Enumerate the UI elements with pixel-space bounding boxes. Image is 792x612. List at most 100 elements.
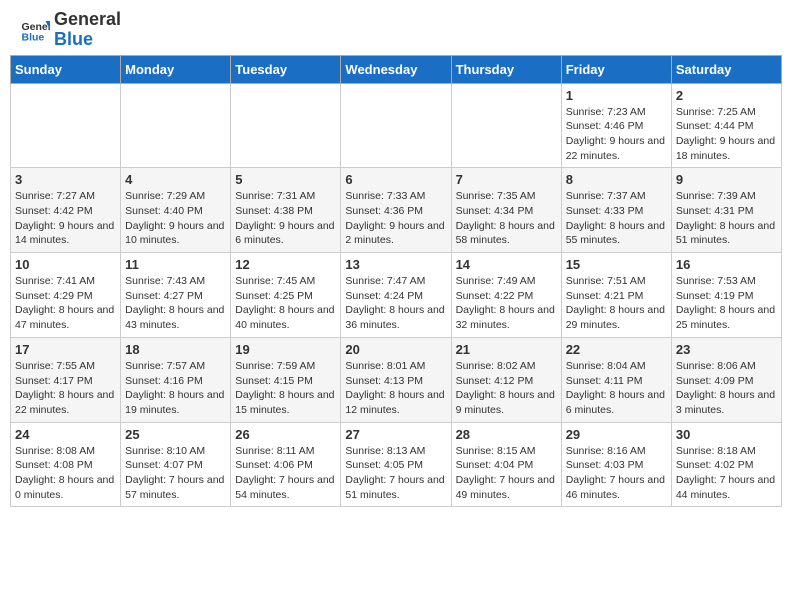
day-info: Sunrise: 7:45 AMSunset: 4:25 PMDaylight:… [235,274,336,333]
calendar-cell: 17 Sunrise: 7:55 AMSunset: 4:17 PMDayligh… [11,337,121,422]
day-number: 10 [15,257,116,272]
day-number: 4 [125,172,226,187]
day-info: Sunrise: 8:16 AMSunset: 4:03 PMDaylight:… [566,444,667,503]
day-info: Sunrise: 8:06 AMSunset: 4:09 PMDaylight:… [676,359,777,418]
calendar-cell: 16Sunrise: 7:53 AMSunset: 4:19 PMDayligh… [671,253,781,338]
calendar-cell: 14Sunrise: 7:49 AMSunset: 4:22 PMDayligh… [451,253,561,338]
day-info: Sunrise: 7:55 AMSunset: 4:17 PMDaylight:… [15,359,116,418]
calendar-cell: 9 Sunrise: 7:39 AMSunset: 4:31 PMDaylight… [671,168,781,253]
calendar-cell: 2Sunrise: 7:25 AMSunset: 4:44 PMDaylight… [671,83,781,168]
calendar-cell: 8 Sunrise: 7:37 AMSunset: 4:33 PMDaylight… [561,168,671,253]
day-of-week-header: Monday [121,55,231,83]
calendar-cell: 25 Sunrise: 8:10 AMSunset: 4:07 PMDayligh… [121,422,231,507]
day-number: 22 [566,342,667,357]
calendar-cell: 22 Sunrise: 8:04 AMSunset: 4:11 PMDayligh… [561,337,671,422]
calendar-cell: 3 Sunrise: 7:27 AMSunset: 4:42 PMDaylight… [11,168,121,253]
day-number: 2 [676,88,777,103]
day-of-week-header: Wednesday [341,55,451,83]
calendar-cell: 7 Sunrise: 7:35 AMSunset: 4:34 PMDaylight… [451,168,561,253]
day-number: 9 [676,172,777,187]
day-info: Sunrise: 8:01 AMSunset: 4:13 PMDaylight:… [345,359,446,418]
day-info: Sunrise: 7:33 AMSunset: 4:36 PMDaylight:… [345,189,446,248]
day-number: 8 [566,172,667,187]
svg-text:Blue: Blue [22,31,45,43]
calendar-cell: 5 Sunrise: 7:31 AMSunset: 4:38 PMDaylight… [231,168,341,253]
calendar-cell: 24 Sunrise: 8:08 AMSunset: 4:08 PMDayligh… [11,422,121,507]
logo-icon: General Blue [20,15,50,45]
day-of-week-header: Sunday [11,55,121,83]
day-number: 18 [125,342,226,357]
day-number: 21 [456,342,557,357]
day-number: 26 [235,427,336,442]
day-number: 12 [235,257,336,272]
day-info: Sunrise: 7:53 AMSunset: 4:19 PMDaylight:… [676,274,777,333]
day-info: Sunrise: 7:51 AMSunset: 4:21 PMDaylight:… [566,274,667,333]
day-number: 23 [676,342,777,357]
day-info: Sunrise: 7:31 AMSunset: 4:38 PMDaylight:… [235,189,336,248]
day-of-week-header: Tuesday [231,55,341,83]
day-number: 7 [456,172,557,187]
day-of-week-header: Friday [561,55,671,83]
day-number: 30 [676,427,777,442]
day-info: Sunrise: 7:23 AMSunset: 4:46 PMDaylight:… [566,105,667,164]
day-info: Sunrise: 7:41 AMSunset: 4:29 PMDaylight:… [15,274,116,333]
calendar-cell [121,83,231,168]
day-of-week-header: Thursday [451,55,561,83]
day-info: Sunrise: 7:47 AMSunset: 4:24 PMDaylight:… [345,274,446,333]
calendar-cell [11,83,121,168]
calendar-cell: 4 Sunrise: 7:29 AMSunset: 4:40 PMDaylight… [121,168,231,253]
calendar-cell [341,83,451,168]
calendar-cell: 26 Sunrise: 8:11 AMSunset: 4:06 PMDayligh… [231,422,341,507]
day-number: 28 [456,427,557,442]
calendar-table: SundayMondayTuesdayWednesdayThursdayFrid… [10,55,782,508]
day-info: Sunrise: 8:08 AMSunset: 4:08 PMDaylight:… [15,444,116,503]
calendar-cell: 18 Sunrise: 7:57 AMSunset: 4:16 PMDayligh… [121,337,231,422]
day-info: Sunrise: 7:43 AMSunset: 4:27 PMDaylight:… [125,274,226,333]
day-number: 11 [125,257,226,272]
day-number: 27 [345,427,446,442]
day-info: Sunrise: 8:15 AMSunset: 4:04 PMDaylight:… [456,444,557,503]
logo: General Blue General Blue [20,10,121,50]
calendar-cell: 6 Sunrise: 7:33 AMSunset: 4:36 PMDaylight… [341,168,451,253]
day-number: 13 [345,257,446,272]
logo-text: General Blue [54,10,121,50]
day-info: Sunrise: 7:29 AMSunset: 4:40 PMDaylight:… [125,189,226,248]
day-number: 3 [15,172,116,187]
calendar-cell: 29Sunrise: 8:16 AMSunset: 4:03 PMDayligh… [561,422,671,507]
day-info: Sunrise: 7:37 AMSunset: 4:33 PMDaylight:… [566,189,667,248]
day-info: Sunrise: 8:11 AMSunset: 4:06 PMDaylight:… [235,444,336,503]
calendar-cell [451,83,561,168]
day-info: Sunrise: 7:59 AMSunset: 4:15 PMDaylight:… [235,359,336,418]
calendar-cell: 11 Sunrise: 7:43 AMSunset: 4:27 PMDayligh… [121,253,231,338]
day-number: 20 [345,342,446,357]
day-info: Sunrise: 7:35 AMSunset: 4:34 PMDaylight:… [456,189,557,248]
day-info: Sunrise: 7:27 AMSunset: 4:42 PMDaylight:… [15,189,116,248]
calendar-cell: 27 Sunrise: 8:13 AMSunset: 4:05 PMDayligh… [341,422,451,507]
day-info: Sunrise: 8:18 AMSunset: 4:02 PMDaylight:… [676,444,777,503]
calendar-cell: 21Sunrise: 8:02 AMSunset: 4:12 PMDayligh… [451,337,561,422]
day-number: 5 [235,172,336,187]
day-number: 24 [15,427,116,442]
calendar-cell: 12 Sunrise: 7:45 AMSunset: 4:25 PMDayligh… [231,253,341,338]
day-number: 1 [566,88,667,103]
day-number: 17 [15,342,116,357]
day-number: 15 [566,257,667,272]
calendar-cell: 10 Sunrise: 7:41 AMSunset: 4:29 PMDayligh… [11,253,121,338]
day-info: Sunrise: 8:04 AMSunset: 4:11 PMDaylight:… [566,359,667,418]
calendar-cell: 30 Sunrise: 8:18 AMSunset: 4:02 PMDayligh… [671,422,781,507]
day-info: Sunrise: 8:13 AMSunset: 4:05 PMDaylight:… [345,444,446,503]
day-number: 25 [125,427,226,442]
calendar-cell: 15 Sunrise: 7:51 AMSunset: 4:21 PMDayligh… [561,253,671,338]
logo-blue: Blue [54,30,121,50]
page-header: General Blue General Blue [0,0,792,55]
day-info: Sunrise: 7:49 AMSunset: 4:22 PMDaylight:… [456,274,557,333]
day-number: 6 [345,172,446,187]
logo-general: General [54,10,121,30]
day-info: Sunrise: 7:39 AMSunset: 4:31 PMDaylight:… [676,189,777,248]
calendar-cell: 20 Sunrise: 8:01 AMSunset: 4:13 PMDayligh… [341,337,451,422]
calendar-cell: 19Sunrise: 7:59 AMSunset: 4:15 PMDayligh… [231,337,341,422]
day-info: Sunrise: 8:10 AMSunset: 4:07 PMDaylight:… [125,444,226,503]
calendar-cell: 13 Sunrise: 7:47 AMSunset: 4:24 PMDayligh… [341,253,451,338]
calendar-cell [231,83,341,168]
day-info: Sunrise: 7:57 AMSunset: 4:16 PMDaylight:… [125,359,226,418]
